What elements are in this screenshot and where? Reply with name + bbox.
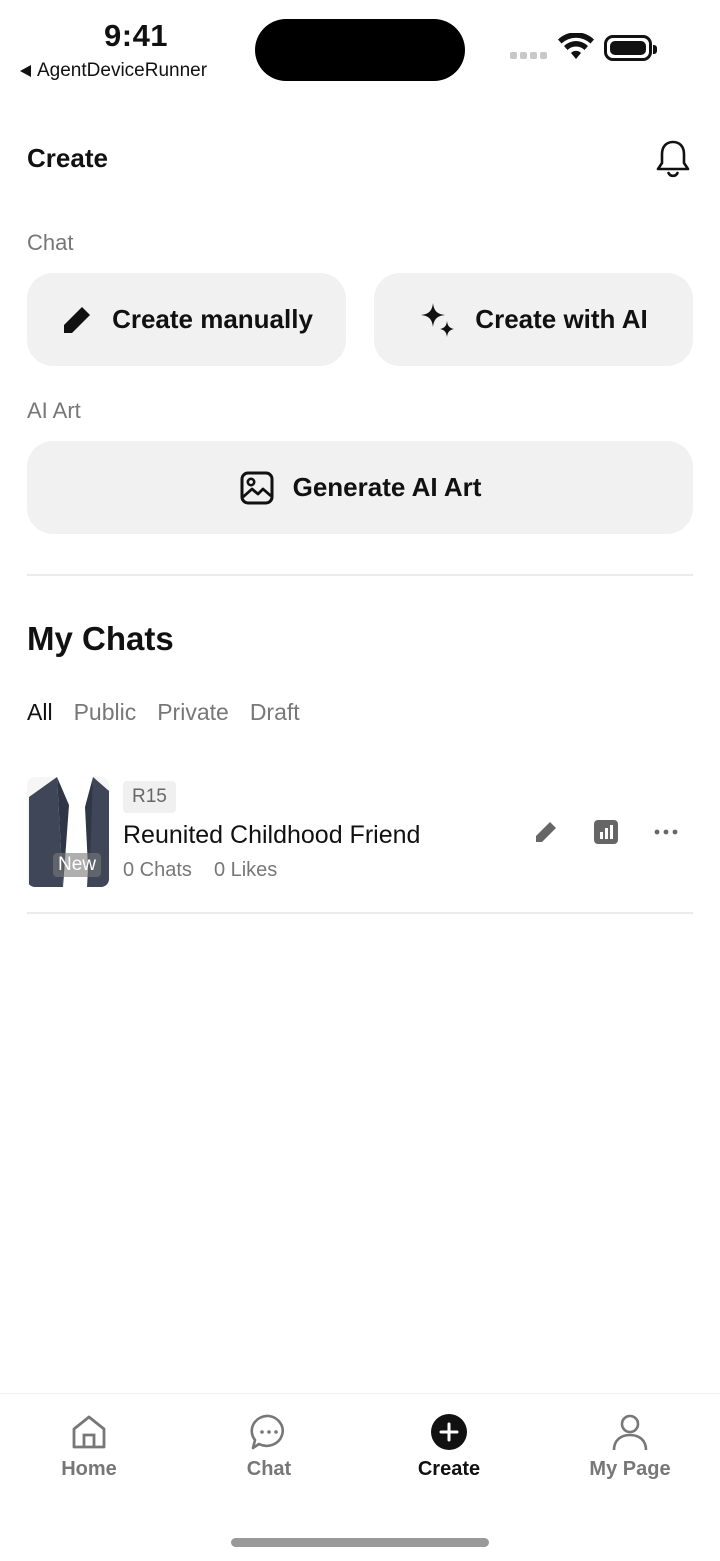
chat-list-item[interactable]: New R15 Reunited Childhood Friend 0 Chat… — [27, 777, 693, 887]
home-indicator[interactable] — [231, 1538, 489, 1547]
nav-chat[interactable]: Chat — [199, 1412, 339, 1481]
plus-circle-icon — [431, 1414, 467, 1450]
person-icon — [612, 1414, 648, 1451]
back-arrow-icon — [20, 65, 31, 77]
sparkles-icon — [421, 302, 455, 337]
create-with-ai-button[interactable]: Create with AI — [374, 273, 693, 366]
image-icon — [240, 471, 274, 504]
back-app-label: AgentDeviceRunner — [37, 60, 208, 81]
nav-create[interactable]: Create — [379, 1412, 519, 1481]
create-manually-label: Create manually — [112, 304, 313, 334]
chat-title: Reunited Childhood Friend — [123, 821, 421, 849]
tab-private[interactable]: Private — [157, 699, 229, 726]
new-badge: New — [53, 853, 102, 877]
tab-draft[interactable]: Draft — [250, 699, 300, 726]
tab-all[interactable]: All — [27, 699, 53, 726]
nav-chat-label: Chat — [246, 1458, 292, 1480]
dynamic-island — [255, 19, 465, 81]
section-divider — [27, 574, 693, 576]
character-thumbnail: New — [27, 777, 109, 887]
nav-home-label: Home — [61, 1458, 117, 1480]
ai-art-section-label: AI Art — [27, 398, 81, 423]
bell-icon[interactable] — [654, 139, 692, 179]
nav-my-page-label: My Page — [589, 1458, 671, 1480]
more-icon[interactable] — [653, 819, 679, 845]
my-chats-title: My Chats — [27, 620, 174, 657]
back-to-app-link[interactable]: AgentDeviceRunner — [20, 60, 207, 82]
create-with-ai-label: Create with AI — [475, 304, 648, 334]
chat-bubble-icon — [250, 1414, 284, 1450]
nav-my-page[interactable]: My Page — [560, 1412, 700, 1481]
cellular-signal-icon — [510, 52, 547, 59]
chat-count: 0 Chats — [123, 859, 192, 881]
nav-home[interactable]: Home — [19, 1412, 159, 1481]
page-title: Create — [27, 143, 108, 173]
generate-ai-art-label: Generate AI Art — [292, 472, 482, 502]
list-divider — [27, 912, 693, 914]
stats-icon[interactable] — [593, 819, 619, 845]
tab-public[interactable]: Public — [74, 699, 137, 726]
chat-stats: 0 Chats 0 Likes — [123, 859, 277, 882]
nav-create-label: Create — [417, 1458, 481, 1480]
create-manually-button[interactable]: Create manually — [27, 273, 346, 366]
pencil-icon[interactable] — [533, 819, 559, 845]
status-bar: 9:41 AgentDeviceRunner — [0, 0, 720, 100]
pencil-icon — [64, 306, 91, 333]
bottom-nav: Home Chat Create My Page — [0, 1393, 720, 1561]
chat-filter-tabs: All Public Private Draft — [27, 699, 300, 726]
generate-ai-art-button[interactable]: Generate AI Art — [27, 441, 693, 534]
chat-section-label: Chat — [27, 230, 74, 255]
wifi-icon — [558, 33, 594, 59]
rating-badge: R15 — [123, 781, 176, 813]
like-count: 0 Likes — [213, 859, 278, 881]
status-time: 9:41 — [104, 18, 169, 53]
battery-icon — [604, 35, 657, 61]
home-icon — [72, 1415, 106, 1449]
